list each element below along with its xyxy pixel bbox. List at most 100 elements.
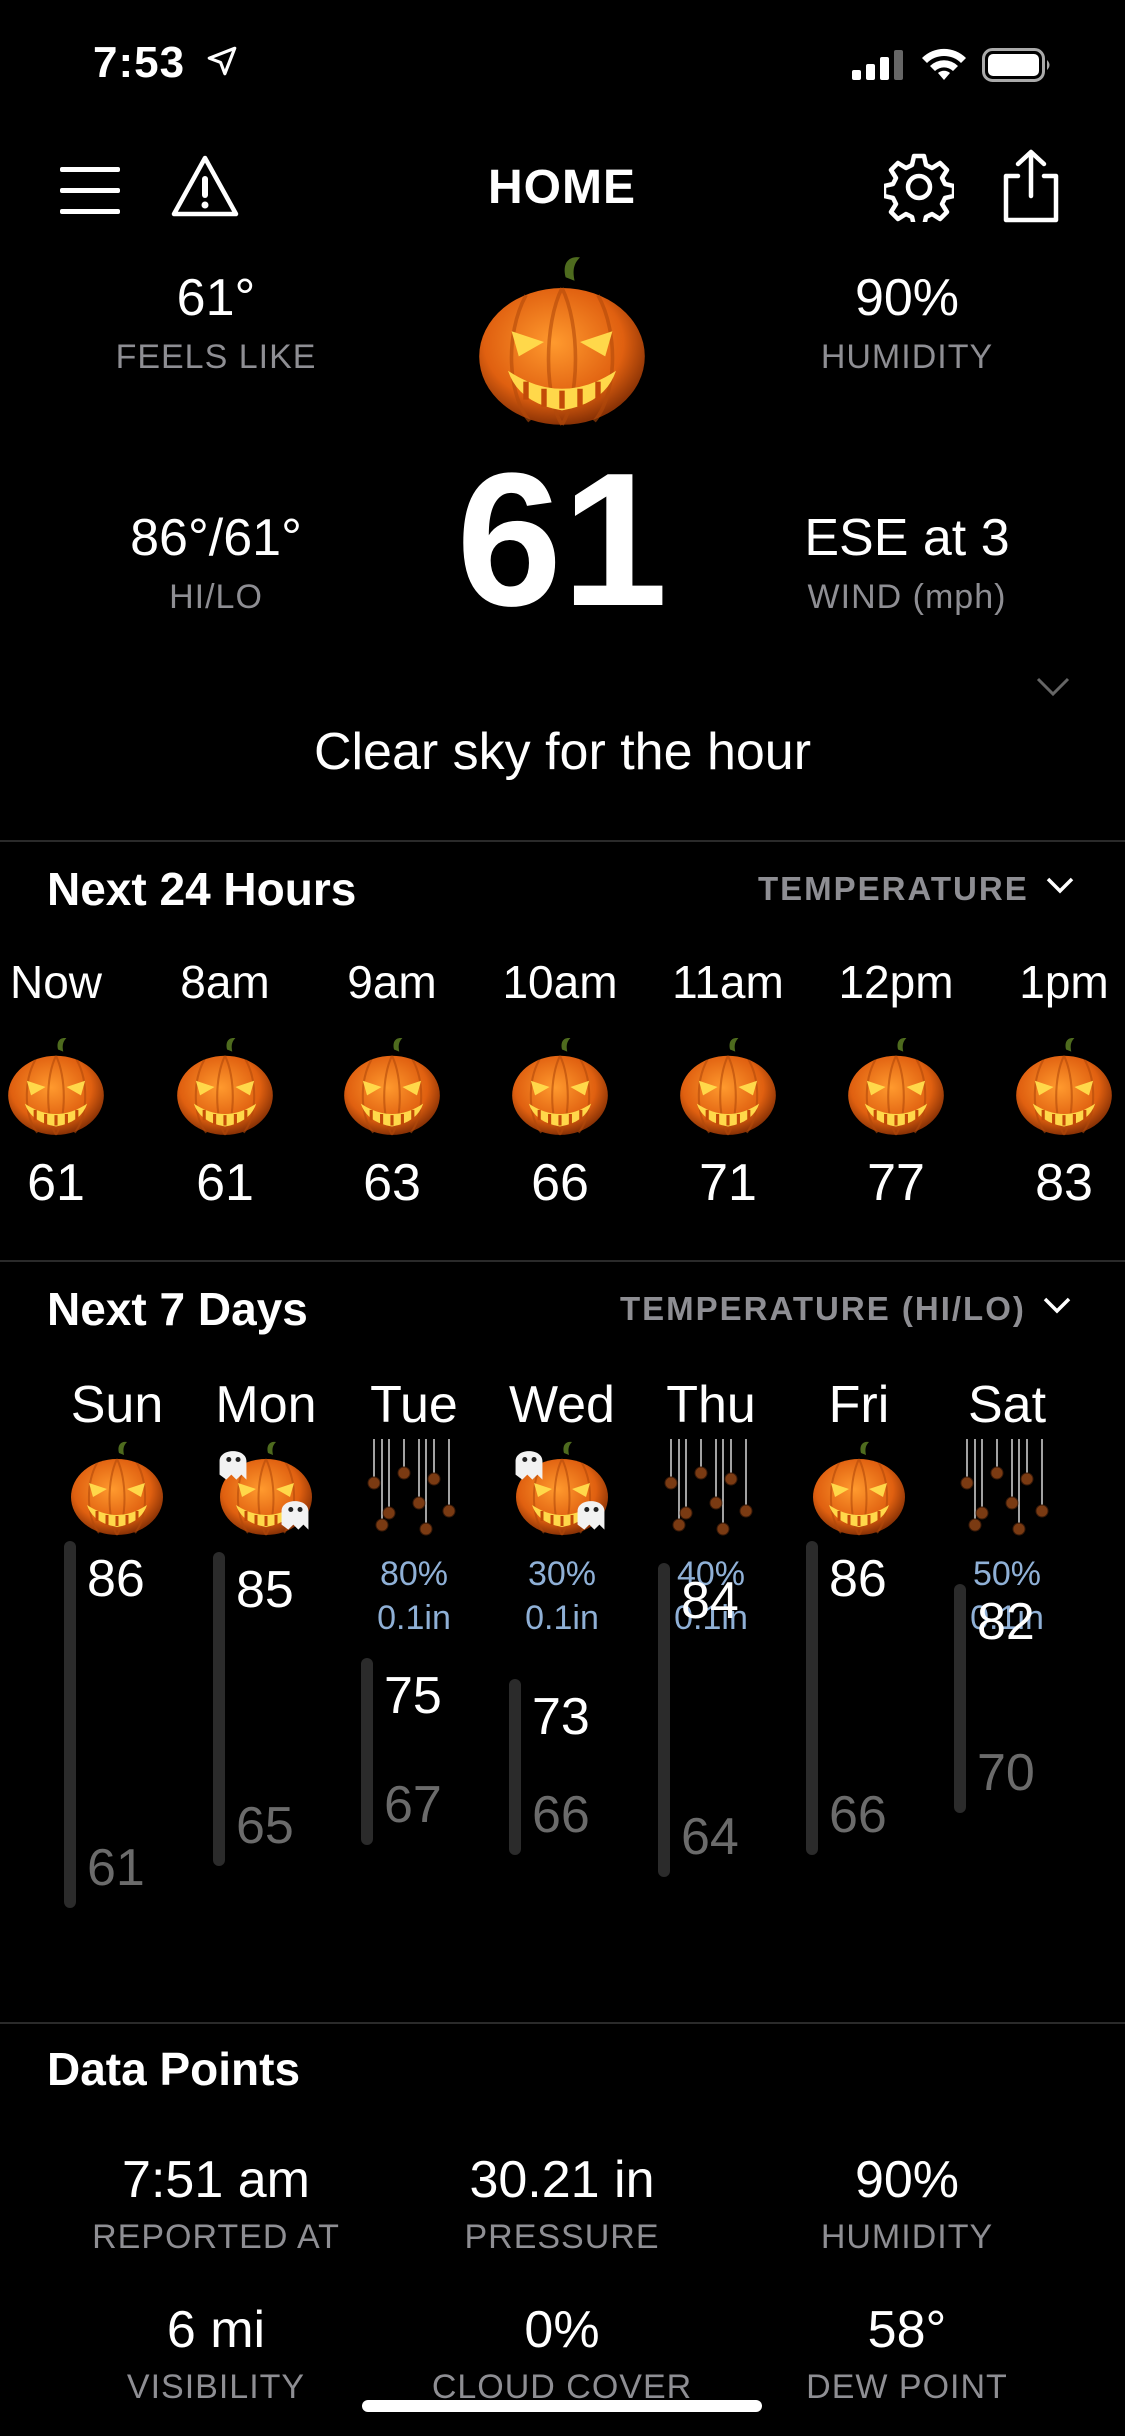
jack-o-lantern-icon: [173, 1035, 277, 1139]
chevron-down-icon: [1044, 1297, 1071, 1314]
hourly-temp: 66: [531, 1154, 589, 1212]
hourly-item: 9am 63: [312, 955, 472, 1225]
daily-lo: 70: [977, 1744, 1035, 1802]
jack-o-lantern-icon: [676, 1035, 780, 1139]
hourly-item: 10am 66: [480, 955, 640, 1225]
hourly-temp: 71: [699, 1154, 757, 1212]
humidity-label: HUMIDITY: [820, 338, 994, 376]
precip-chance: 30%: [527, 1555, 597, 1593]
temp-range-bar: [361, 1658, 373, 1845]
daily-lo: 66: [532, 1786, 590, 1845]
temp-range-bar: [509, 1679, 521, 1856]
chevron-down-icon[interactable]: [1035, 675, 1071, 699]
hanging-spiders-icon: [661, 1439, 761, 1539]
jack-o-lantern-icon: [844, 1035, 948, 1139]
hourly-temp: 61: [196, 1154, 254, 1212]
daily-day: Wed: [509, 1376, 615, 1434]
gear-icon[interactable]: [884, 152, 954, 222]
daily-title: Next 7 Days: [47, 1283, 308, 1335]
wifi-icon: [922, 48, 966, 80]
home-indicator[interactable]: [362, 2400, 762, 2412]
pumpkin-ghost-icon: [216, 1439, 316, 1539]
hourly-temp: 61: [27, 1154, 85, 1212]
jack-o-lantern-icon: [809, 1439, 909, 1539]
share-icon[interactable]: [996, 148, 1066, 224]
precip-amount: 0.1in: [525, 1599, 599, 1637]
jack-o-lantern-icon: [508, 1035, 612, 1139]
data-point-label: VISIBILITY: [126, 2368, 306, 2406]
hourly-selector-label: TEMPERATURE: [758, 870, 1029, 907]
data-point-value: 7:51 am: [122, 2151, 310, 2209]
temp-range-bar: [954, 1583, 966, 1813]
temp-range-bar: [806, 1541, 818, 1856]
daily-lo: 66: [829, 1786, 887, 1845]
feels-like-label: FEELS LIKE: [115, 338, 317, 376]
hour-summary: Clear sky for the hour: [313, 723, 812, 781]
hanging-spiders-icon: [364, 1439, 464, 1539]
data-point-value: 58°: [867, 2301, 947, 2359]
hourly-time: 9am: [347, 956, 437, 1008]
jack-o-lantern-icon: [340, 1035, 444, 1139]
hilo-label: HI/LO: [169, 578, 263, 616]
jack-o-lantern-icon: [4, 1035, 108, 1139]
divider: [0, 840, 1125, 842]
precip-amount: 0.1in: [377, 1599, 451, 1637]
data-point-label: DEW POINT: [806, 2368, 1008, 2406]
location-arrow-icon: [207, 46, 237, 76]
status-time: 7:53: [93, 38, 186, 87]
daily-hi: 82: [977, 1592, 1035, 1651]
temp-range-bar: [64, 1541, 76, 1909]
divider: [0, 2022, 1125, 2024]
menu-icon[interactable]: [58, 155, 128, 225]
cellular-signal-icon: [852, 50, 903, 80]
data-point-value: 6 mi: [166, 2301, 266, 2359]
jack-o-lantern-icon: [67, 1439, 167, 1539]
data-point-value: 90%: [854, 2151, 960, 2209]
hourly-item: 12pm 77: [816, 955, 976, 1225]
wind-value: ESE at 3: [804, 509, 1010, 567]
alert-icon[interactable]: [170, 152, 240, 222]
daily-day: Sat: [967, 1376, 1047, 1434]
hanging-spiders-icon: [957, 1439, 1057, 1539]
daily-item: Wed 30% 0.1in: [487, 1375, 637, 1975]
daily-selector[interactable]: TEMPERATURE (HI/LO): [620, 1290, 1080, 1334]
hourly-time: 8am: [180, 956, 270, 1008]
daily-hi: 73: [532, 1688, 590, 1747]
hourly-time: 1pm: [1019, 956, 1109, 1008]
hourly-item: 8am 61: [145, 955, 305, 1225]
daily-lo: 67: [384, 1775, 442, 1834]
hourly-selector[interactable]: TEMPERATURE: [758, 870, 1078, 914]
daily-hi: 86: [87, 1550, 145, 1609]
hourly-item: Now 61: [0, 955, 136, 1225]
daily-hi: 75: [384, 1667, 442, 1725]
daily-hi: 84: [681, 1571, 739, 1630]
wind-label: WIND (mph): [807, 578, 1007, 616]
daily-lo: 64: [681, 1807, 739, 1866]
temp-range-bar: [658, 1562, 670, 1877]
daily-day: Fri: [828, 1376, 890, 1434]
feels-like-value: 61°: [176, 269, 256, 327]
humidity-value: 90%: [854, 269, 960, 327]
data-point-label: REPORTED AT: [92, 2218, 340, 2256]
hourly-temp: 83: [1035, 1154, 1093, 1212]
precip-chance: 80%: [379, 1555, 449, 1593]
data-point-label: HUMIDITY: [820, 2218, 994, 2256]
temp-range-bar: [213, 1552, 225, 1866]
hourly-item: 11am 71: [648, 955, 808, 1225]
jack-o-lantern-icon: [462, 252, 662, 432]
daily-lo: 61: [87, 1839, 145, 1898]
daily-selector-label: TEMPERATURE (HI/LO): [620, 1290, 1026, 1327]
hourly-time: 10am: [502, 956, 618, 1008]
hilo-value: 86°/61°: [130, 509, 302, 567]
hourly-temp: 77: [867, 1154, 925, 1212]
daily-hi: 86: [829, 1550, 887, 1609]
hourly-item: 1pm 83: [984, 955, 1125, 1225]
data-point-value: 0%: [524, 2301, 600, 2359]
pumpkin-ghost-icon: [512, 1439, 612, 1539]
jack-o-lantern-icon: [1012, 1035, 1116, 1139]
daily-day: Sun: [70, 1376, 164, 1434]
daily-lo: 65: [236, 1797, 294, 1855]
page-title: HOME: [488, 161, 636, 214]
daily-hi: 85: [236, 1561, 294, 1619]
hourly-time: Now: [9, 956, 103, 1008]
